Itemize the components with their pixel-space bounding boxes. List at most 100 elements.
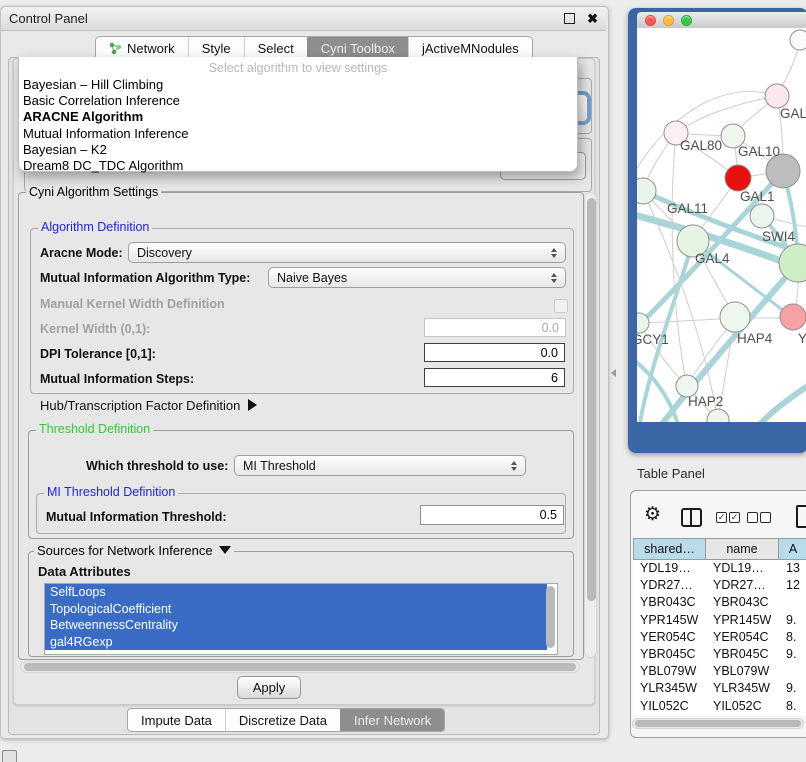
table-cell: YER054C bbox=[706, 629, 779, 646]
algorithm-option[interactable]: Mutual Information Inference bbox=[19, 126, 577, 142]
network-canvas[interactable]: GALGAL80GAL10GAL1GAL11SWI4GAL4HAP4YGCY1H… bbox=[637, 28, 806, 422]
popup-placeholder: Select algorithm to view settings bbox=[19, 60, 577, 77]
aracne-mode-combobox[interactable]: Discovery bbox=[128, 242, 566, 263]
panel-divider-grip[interactable] bbox=[611, 369, 616, 377]
settings-horizontal-scrollbar-thumb[interactable] bbox=[24, 663, 576, 671]
node-label: GAL bbox=[780, 106, 806, 121]
tab-label: Impute Data bbox=[141, 713, 212, 728]
checked-checkbox-icon[interactable]: ✓ bbox=[729, 512, 740, 523]
table-horizontal-scrollbar-thumb[interactable] bbox=[635, 720, 801, 727]
tab-select[interactable]: Select bbox=[244, 37, 307, 59]
window-close-icon[interactable] bbox=[645, 15, 656, 26]
export-table-icon[interactable] bbox=[796, 505, 806, 528]
network-node-gal11[interactable] bbox=[637, 178, 656, 204]
unchecked-checkbox-icon[interactable] bbox=[760, 512, 771, 523]
table-cell: YPR145W bbox=[706, 612, 779, 629]
mi-type-combobox[interactable]: Naive Bayes bbox=[268, 267, 566, 288]
table-cell: YDR27… bbox=[706, 577, 779, 594]
column-header-3[interactable]: A bbox=[779, 538, 806, 560]
which-threshold-value: MI Threshold bbox=[243, 459, 511, 473]
algorithm-option[interactable]: ARACNE Algorithm bbox=[19, 109, 577, 125]
network-node-swi4[interactable] bbox=[750, 204, 774, 228]
settings-vertical-scrollbar-thumb[interactable] bbox=[587, 198, 596, 601]
table-row[interactable]: YLR345WYLR345W9. bbox=[633, 680, 806, 697]
attr-list-scrollbar-thumb[interactable] bbox=[546, 586, 555, 648]
manual-kernel-checkbox[interactable] bbox=[554, 299, 568, 313]
data-attribute-item[interactable]: TopologicalCoefficient bbox=[45, 601, 547, 618]
control-panel-tabbar: NetworkStyleSelect Cyni Toolbox jActiveMNo… bbox=[95, 36, 533, 59]
table-cell: YIL052C bbox=[633, 698, 706, 715]
table-cell: 8. bbox=[779, 629, 806, 646]
network-node-y[interactable] bbox=[780, 304, 806, 330]
table-row[interactable]: YBR045CYBR045C9. bbox=[633, 646, 806, 663]
column-header-2[interactable]: name bbox=[706, 538, 779, 560]
tab-cyni-toolbox[interactable]: Cyni Toolbox bbox=[307, 37, 408, 59]
tab-impute-data[interactable]: Impute Data bbox=[128, 709, 225, 731]
collapse-down-icon[interactable] bbox=[219, 546, 231, 554]
mi-steps-input[interactable] bbox=[424, 368, 565, 387]
settings-vertical-scrollbar[interactable] bbox=[584, 192, 597, 658]
tab-infer-network[interactable]: Infer Network bbox=[340, 709, 444, 731]
apply-button[interactable]: Apply bbox=[237, 676, 301, 699]
table-row[interactable]: YER054CYER054C8. bbox=[633, 629, 806, 646]
table-cell: 9. bbox=[779, 680, 806, 697]
algorithm-option[interactable]: Dream8 DC_TDC Algorithm bbox=[19, 158, 577, 174]
network-node-gal[interactable] bbox=[765, 84, 789, 108]
hub-definition-label: Hub/Transcription Factor Definition bbox=[40, 398, 240, 413]
table-cell: YBL079W bbox=[633, 663, 706, 680]
checked-checkbox-icon[interactable]: ✓ bbox=[716, 512, 727, 523]
unchecked-checkbox-icon[interactable] bbox=[747, 512, 758, 523]
mi-type-value: Naive Bayes bbox=[277, 271, 551, 285]
gear-icon[interactable]: ⚙ bbox=[644, 504, 661, 526]
mi-threshold-input[interactable] bbox=[420, 505, 564, 525]
table-cell: YBR043C bbox=[706, 594, 779, 611]
tab-network[interactable]: Network bbox=[96, 37, 188, 59]
table-cell: YIL052C bbox=[706, 698, 779, 715]
network-node[interactable] bbox=[707, 409, 729, 422]
sources-group-title: Sources for Network Inference bbox=[34, 544, 234, 557]
close-icon[interactable]: ✖ bbox=[587, 14, 598, 24]
table-row[interactable]: YDL19…YDL19…13 bbox=[633, 560, 806, 577]
tab-label: Cyni Toolbox bbox=[321, 41, 395, 56]
algorithm-option[interactable]: Basic Correlation Inference bbox=[19, 93, 577, 109]
table-row[interactable]: YIL052CYIL052C8. bbox=[633, 698, 806, 715]
column-header-1[interactable]: shared… bbox=[633, 538, 706, 560]
expand-right-icon[interactable] bbox=[248, 399, 257, 411]
data-attribute-item[interactable]: gal4RGexp bbox=[45, 634, 547, 651]
data-attributes-label: Data Attributes bbox=[38, 564, 131, 579]
which-threshold-combobox[interactable]: MI Threshold bbox=[234, 455, 526, 476]
table-cell: YBL079W bbox=[706, 663, 779, 680]
mi-steps-label: Mutual Information Steps: bbox=[40, 372, 194, 386]
data-attribute-item[interactable]: BetweennessCentrality bbox=[45, 617, 547, 634]
network-node[interactable] bbox=[766, 154, 800, 188]
tab-label: Infer Network bbox=[354, 713, 431, 728]
minimized-panel-icon[interactable] bbox=[2, 750, 17, 762]
float-window-icon[interactable] bbox=[564, 13, 575, 24]
network-node[interactable] bbox=[790, 30, 806, 50]
table-cell: YLR345W bbox=[706, 680, 779, 697]
network-node-gal1[interactable] bbox=[725, 165, 751, 191]
window-minimize-icon[interactable] bbox=[663, 15, 674, 26]
columns-icon[interactable] bbox=[681, 508, 702, 527]
table-row[interactable]: YBL079WYBL079W bbox=[633, 663, 806, 680]
tab-jactivemnodules[interactable]: jActiveMNodules bbox=[408, 37, 532, 59]
kernel-width-input[interactable] bbox=[424, 318, 566, 337]
network-edge bbox=[757, 383, 806, 422]
algorithm-option[interactable]: Bayesian – Hill Climbing bbox=[19, 77, 577, 93]
settings-horizontal-scrollbar[interactable] bbox=[20, 661, 580, 673]
table-row[interactable]: YPR145WYPR145W9. bbox=[633, 612, 806, 629]
node-label: GAL1 bbox=[740, 189, 775, 204]
tab-discretize-data[interactable]: Discretize Data bbox=[225, 709, 340, 731]
table-horizontal-scrollbar[interactable] bbox=[632, 718, 804, 729]
table-row[interactable]: YDR27…YDR27…12 bbox=[633, 577, 806, 594]
table-cell: YDL19… bbox=[706, 560, 779, 577]
table-row[interactable]: YBR043CYBR043C bbox=[633, 594, 806, 611]
hub-definition-expander[interactable]: Hub/Transcription Factor Definition bbox=[40, 398, 257, 413]
algorithm-option[interactable]: Bayesian – K2 bbox=[19, 142, 577, 158]
data-attribute-item[interactable]: SelfLoops bbox=[45, 584, 547, 601]
tab-style[interactable]: Style bbox=[188, 37, 244, 59]
table-cell: 12 bbox=[779, 577, 806, 594]
dpi-tolerance-input[interactable] bbox=[424, 343, 565, 362]
window-zoom-icon[interactable] bbox=[681, 15, 692, 26]
network-node-hap4[interactable] bbox=[720, 302, 750, 332]
